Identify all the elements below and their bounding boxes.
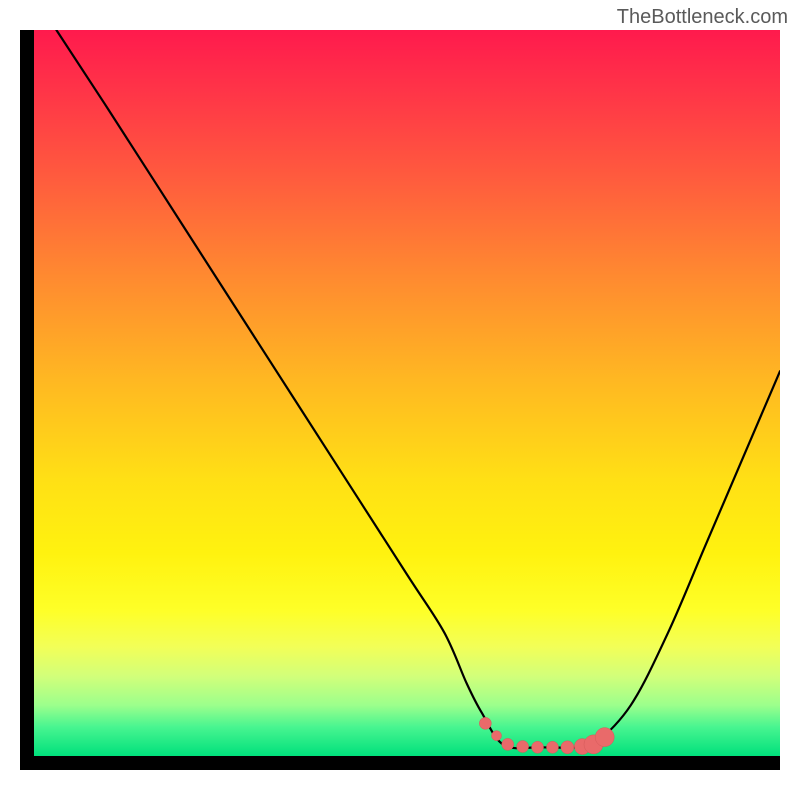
bottleneck-curve [56,30,780,749]
marker-dot [479,717,491,729]
chart-svg [34,30,780,756]
marker-dot [517,741,529,753]
chart-container: TheBottleneck.com [0,0,800,800]
marker-dot [502,738,514,750]
marker-dot [546,741,558,753]
marker-dot [492,731,502,741]
optimal-range-markers [479,717,614,754]
watermark-text: TheBottleneck.com [617,6,788,29]
marker-dot [561,741,574,754]
plot-frame [20,30,780,770]
marker-dot [595,728,614,747]
marker-dot [532,741,544,753]
